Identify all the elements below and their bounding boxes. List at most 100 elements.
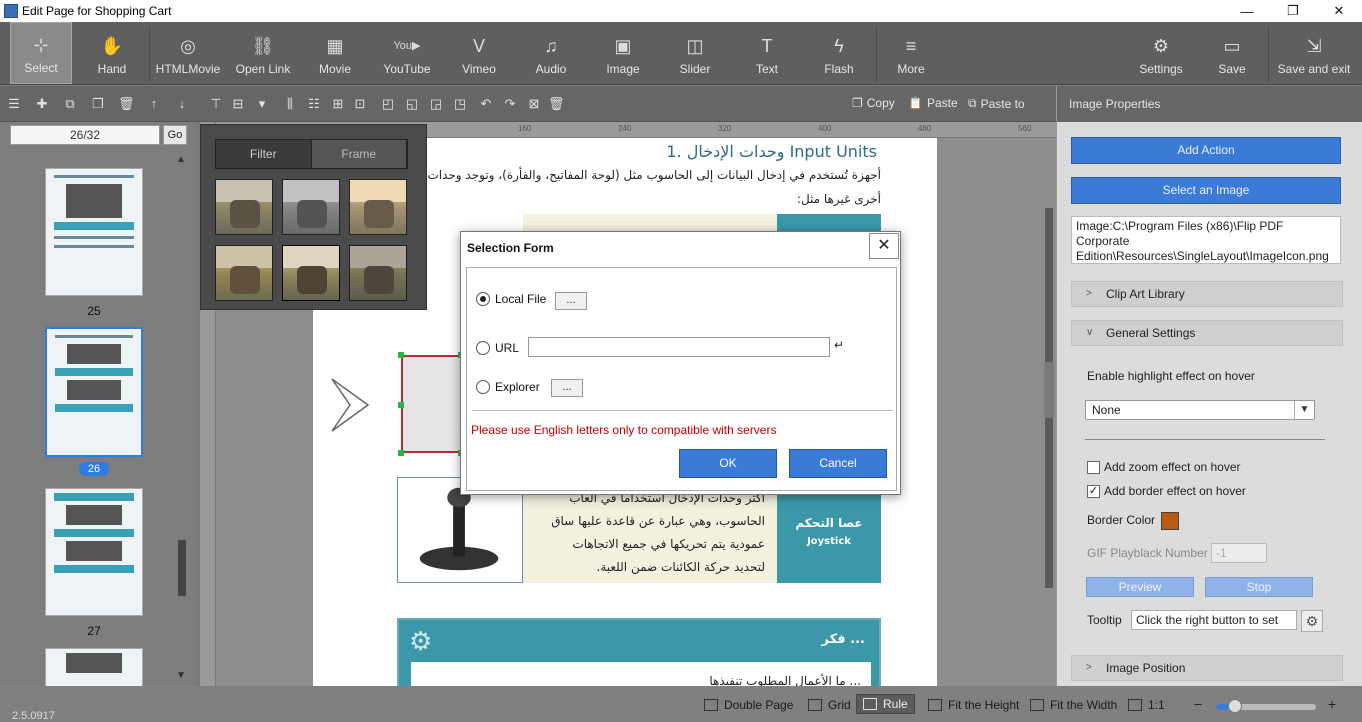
highlight-select[interactable]: None ▼ [1085,400,1315,420]
grid-toggle[interactable]: Grid [808,698,851,712]
hand-tool-button[interactable]: ✋ Hand [84,22,140,84]
same-height-icon[interactable]: ⊡ [352,96,368,112]
image-position-section[interactable]: > Image Position [1071,655,1343,681]
undo-icon[interactable]: ↶ [478,96,494,112]
double-page-toggle[interactable]: Double Page [704,698,793,712]
audio-button[interactable]: ♫ Audio [528,22,574,84]
resize-handle[interactable] [398,450,404,456]
list-icon[interactable]: ☰ [6,96,22,112]
distribute-v-icon[interactable]: ☷ [306,96,322,112]
rule-toggle[interactable]: Rule [856,694,915,714]
filter-thumbnail[interactable] [215,245,273,301]
close-window-button[interactable]: ✕ [1316,0,1362,22]
text-button[interactable]: T Text [744,22,790,84]
align-middle-icon[interactable]: ⊟ [230,96,246,112]
url-input[interactable] [528,337,830,357]
paste-button[interactable]: 📋 Paste [908,96,958,110]
clip-art-library-section[interactable]: > Clip Art Library [1071,281,1343,307]
url-radio[interactable] [476,341,490,355]
page-thumbnail[interactable] [45,168,143,296]
settings-button[interactable]: ⚙ Settings [1134,22,1188,84]
redo-icon[interactable]: ↷ [502,96,518,112]
duplicate-icon[interactable]: ❐ [90,96,106,112]
general-settings-section[interactable]: ∨ General Settings [1071,320,1343,346]
align-bottom-icon[interactable]: ▾ [254,96,270,112]
preview-button[interactable]: Preview [1086,577,1194,597]
zoom-slider-knob[interactable] [1228,699,1242,713]
tooltip-input[interactable]: Click the right button to set [1131,610,1297,630]
add-action-button[interactable]: Add Action [1071,137,1341,164]
htmlmovie-button[interactable]: ◎ HTMLMovie [154,22,222,84]
send-backward-icon[interactable]: ◲ [428,96,444,112]
scroll-up-icon[interactable]: ▲ [176,154,186,165]
resize-handle[interactable] [398,352,404,358]
local-file-label: Local File [495,292,547,306]
enter-icon[interactable]: ↵ [834,338,844,352]
go-button[interactable]: Go [163,125,187,145]
actual-size-button[interactable]: 1:1 [1128,698,1165,712]
move-up-icon[interactable]: ↑ [146,96,162,112]
delete-icon[interactable]: 🗑 [548,96,565,112]
copy-button[interactable]: ❐ Copy [852,96,895,110]
same-width-icon[interactable]: ⊞ [330,96,346,112]
ok-button[interactable]: OK [679,449,777,478]
border-color-swatch[interactable] [1161,512,1179,530]
zoom-in-button[interactable]: + [1328,696,1336,712]
align-top-icon[interactable]: ⊤ [208,96,224,112]
filter-thumbnail[interactable] [215,179,273,235]
zoom-out-button[interactable]: − [1194,696,1202,712]
stop-button[interactable]: Stop [1205,577,1313,597]
flash-button[interactable]: ϟ Flash [814,22,864,84]
delete-page-icon[interactable]: 🗑 [118,96,135,112]
properties-icon[interactable]: ⊠ [526,96,542,112]
movie-button[interactable]: ▦ Movie [310,22,360,84]
minimize-button[interactable]: — [1224,0,1270,22]
page-thumbnail[interactable] [45,488,143,616]
thumbnail-scrollbar[interactable] [178,540,186,596]
filter-thumbnail[interactable] [282,245,340,301]
panel-collapse-handle[interactable] [1044,362,1054,418]
paste-to-button[interactable]: ⧉ Paste to [968,96,1025,111]
filter-thumbnail[interactable] [282,179,340,235]
copy-pages-icon[interactable]: ⧉ [62,96,78,112]
tab-frame[interactable]: Frame [311,140,407,168]
tab-filter[interactable]: Filter [216,140,312,168]
gif-playback-input[interactable]: -1 [1211,543,1267,563]
cancel-button[interactable]: Cancel [789,449,887,478]
vimeo-button[interactable]: V Vimeo [454,22,504,84]
move-down-icon[interactable]: ↓ [174,96,190,112]
explorer-radio[interactable] [476,380,490,394]
border-effect-checkbox[interactable]: ✓ [1087,485,1100,498]
filter-thumbnail[interactable] [349,179,407,235]
dialog-close-button[interactable]: ✕ [869,233,899,259]
select-image-button[interactable]: Select an Image [1071,177,1341,204]
save-button[interactable]: ▭ Save [1208,22,1256,84]
page-thumbnail[interactable] [45,648,143,688]
save-and-exit-button[interactable]: ⇲ Save and exit [1274,22,1354,84]
image-button[interactable]: ▣ Image [598,22,648,84]
explorer-browse-button[interactable]: ... [551,379,583,397]
resize-handle[interactable] [398,402,404,408]
more-button[interactable]: ≡ More [888,22,934,84]
selected-image-placeholder[interactable] [401,355,463,453]
local-file-radio[interactable] [476,292,490,306]
page-number-input[interactable]: 26/32 [10,125,160,145]
local-file-browse-button[interactable]: ... [555,292,587,310]
slider-button[interactable]: ◫ Slider [670,22,720,84]
filter-thumbnail[interactable] [349,245,407,301]
zoom-effect-checkbox[interactable] [1087,461,1100,474]
youtube-button[interactable]: You▶ YouTube [378,22,436,84]
bring-front-icon[interactable]: ◰ [380,96,396,112]
fit-width-button[interactable]: Fit the Width [1030,698,1117,712]
send-back-icon[interactable]: ◳ [452,96,468,112]
gear-icon[interactable]: ⚙ [1301,610,1323,632]
add-page-icon[interactable]: ✚ [34,96,50,112]
distribute-h-icon[interactable]: ⫼ [282,96,298,112]
open-link-button[interactable]: ⛓ Open Link [231,22,295,84]
maximize-button[interactable]: ❐ [1270,0,1316,22]
select-tool-button[interactable]: ⊹ Select [10,22,72,84]
scroll-down-icon[interactable]: ▼ [176,670,186,681]
bring-forward-icon[interactable]: ◱ [404,96,420,112]
fit-height-button[interactable]: Fit the Height [928,698,1019,712]
page-thumbnail-selected[interactable] [45,327,143,457]
